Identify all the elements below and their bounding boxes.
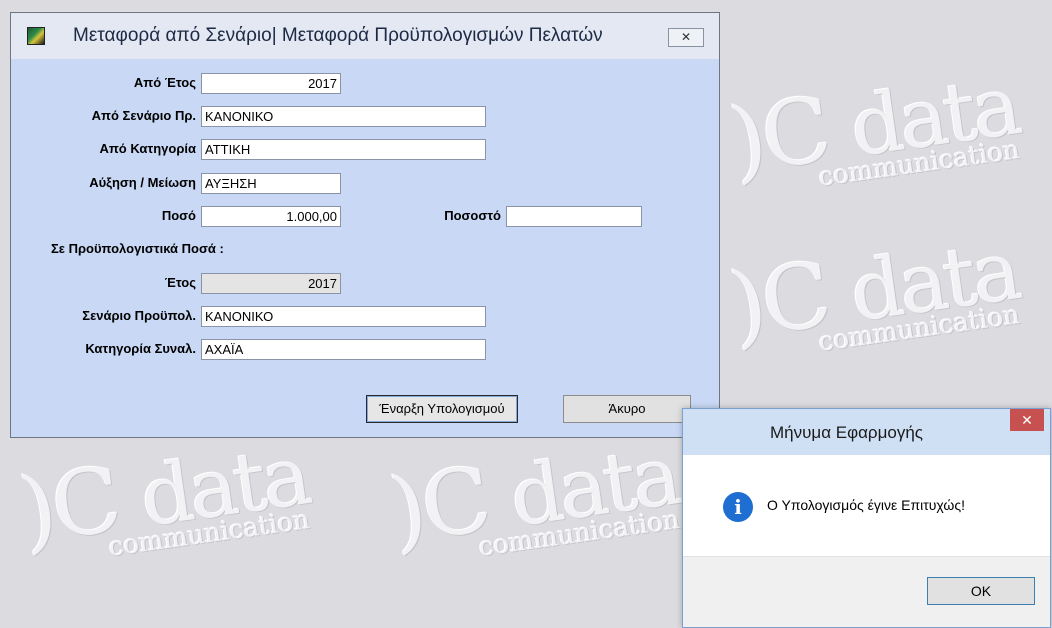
from-category-label: Από Κατηγορία xyxy=(99,141,196,156)
from-year-label: Από Έτος xyxy=(133,75,196,90)
budget-scenario-label: Σενάριο Προϋπολ. xyxy=(82,308,196,323)
message-title: Μήνυμα Εφαρμογής xyxy=(769,423,924,442)
increase-decrease-field[interactable]: ΑΥΞΗΣΗ xyxy=(201,173,341,194)
app-icon xyxy=(27,27,45,45)
form-title: Μεταφορά από Σενάριο| Μεταφορά Προϋπολογ… xyxy=(73,25,603,46)
message-title-bar: Μήνυμα Εφαρμογής ✕ xyxy=(683,409,1050,455)
transfer-form-window: Μεταφορά από Σενάριο| Μεταφορά Προϋπολογ… xyxy=(10,12,720,438)
percentage-label: Ποσοστό xyxy=(444,208,501,223)
amount-label: Ποσό xyxy=(161,208,196,223)
from-year-field[interactable]: 2017 xyxy=(201,73,341,94)
from-category-field[interactable]: ΑΤΤΙΚΗ xyxy=(201,139,486,160)
message-footer: OK xyxy=(683,556,1050,627)
cancel-button[interactable]: Άκυρο xyxy=(563,395,691,423)
budget-scenario-field[interactable]: ΚΑΝΟΝΙΚΟ xyxy=(201,306,486,327)
section-label: Σε Προϋπολογιστικά Ποσά : xyxy=(51,241,224,256)
start-calculation-button[interactable]: Έναρξη Υπολογισμού xyxy=(366,395,518,423)
watermark-logo: )C data communication xyxy=(14,428,314,565)
trans-category-field[interactable]: ΑΧΑΪΑ xyxy=(201,339,486,360)
form-close-button[interactable]: ✕ xyxy=(668,28,704,47)
year-label: Έτος xyxy=(164,275,196,290)
increase-decrease-label: Αύξηση / Μείωση xyxy=(89,175,196,190)
amount-field[interactable]: 1.000,00 xyxy=(201,206,341,227)
message-content: i Ο Υπολογισμός έγινε Επιτυχώς! xyxy=(683,455,1050,559)
form-body: Από Έτος 2017 Από Σενάριο Πρ. ΚΑΝΟΝΙΚΟ Α… xyxy=(11,59,719,437)
year-field: 2017 xyxy=(201,273,341,294)
message-dialog: Μήνυμα Εφαρμογής ✕ i Ο Υπολογισμός έγινε… xyxy=(682,408,1051,628)
watermark-logo: )C data communication xyxy=(384,428,684,565)
form-title-bar: Μεταφορά από Σενάριο| Μεταφορά Προϋπολογ… xyxy=(11,13,719,60)
watermark-logo: )C data communication xyxy=(724,58,1024,195)
from-scenario-field[interactable]: ΚΑΝΟΝΙΚΟ xyxy=(201,106,486,127)
trans-category-label: Κατηγορία Συναλ. xyxy=(85,341,196,356)
from-scenario-label: Από Σενάριο Πρ. xyxy=(91,108,196,123)
ok-button[interactable]: OK xyxy=(927,577,1035,605)
message-text: Ο Υπολογισμός έγινε Επιτυχώς! xyxy=(767,497,965,513)
percentage-field[interactable] xyxy=(506,206,642,227)
watermark-logo: )C data communication xyxy=(724,223,1024,360)
info-icon: i xyxy=(723,492,753,522)
message-close-button[interactable]: ✕ xyxy=(1010,409,1044,431)
